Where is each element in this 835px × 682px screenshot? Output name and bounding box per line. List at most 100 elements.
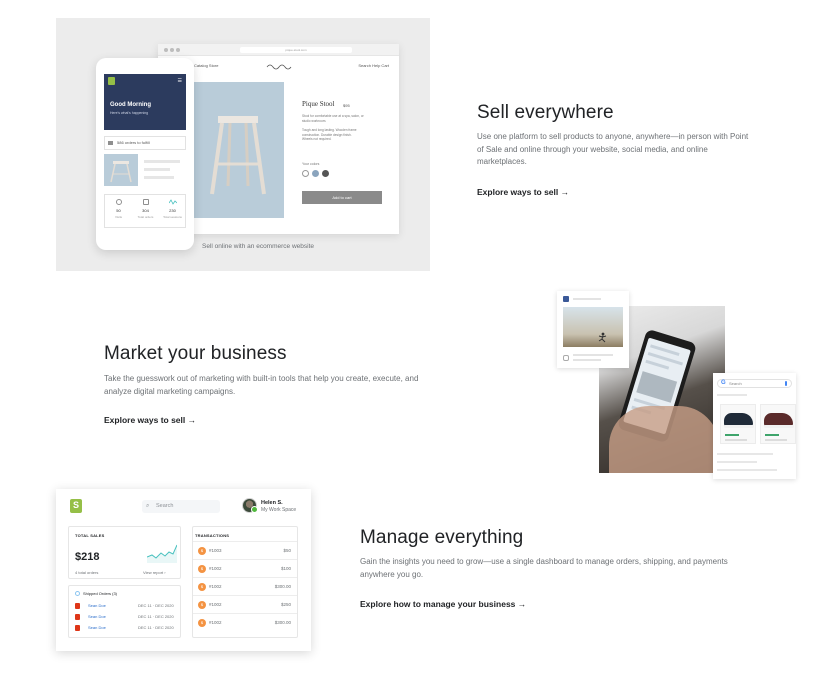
transaction-amount: $250: [280, 602, 291, 607]
add-to-cart-button[interactable]: Add to cart: [302, 191, 382, 204]
transaction-id: #1003: [209, 548, 222, 553]
mobile-stats: 50 Visits 304 Total orders 230 Total ses…: [104, 194, 186, 228]
customer-name: Sean Doe: [88, 625, 106, 630]
currency-icon: $: [198, 583, 206, 591]
stat-label: Total orders: [137, 215, 154, 219]
transaction-row[interactable]: $ #1002 $100: [193, 559, 297, 577]
transaction-amount: $50: [283, 548, 291, 553]
orders-label: 586 orders to fulfill: [117, 140, 150, 145]
dashboard-search[interactable]: ⌕ Search: [142, 500, 220, 513]
stool-icon: [110, 161, 132, 183]
customer-name: Sean Doe: [88, 614, 106, 619]
greeting-sub: Here's what's happening: [110, 111, 149, 115]
placeholder-line: [573, 354, 613, 356]
visits-icon: [115, 199, 122, 205]
shopify-logo-icon: [108, 77, 115, 85]
placeholder-line: [645, 359, 670, 370]
color-label: Your colors: [302, 162, 320, 166]
truck-icon: [75, 591, 80, 596]
swatch-dark[interactable]: [322, 170, 329, 177]
placeholder-line: [144, 176, 174, 179]
placeholder-line: [717, 394, 747, 396]
search-placeholder: Search: [156, 503, 174, 509]
screen-photo: [636, 371, 678, 403]
window-dot-icon: [170, 48, 174, 52]
shoe-product-card: [760, 404, 796, 444]
stat-value: 230: [169, 208, 176, 213]
arrow-right-icon: →: [517, 599, 527, 609]
browser-toolbar: pique-stool.com: [158, 44, 399, 56]
link-label: Explore how to manage your business: [360, 599, 516, 609]
transactions-card: TRANSACTIONS $ #1003 $50 $ #1002 $100 $ …: [192, 526, 298, 638]
shopify-logo-icon: [70, 499, 82, 513]
window-dot-icon: [164, 48, 168, 52]
total-sales-value: $218: [75, 551, 100, 563]
arrow-right-icon: →: [187, 415, 197, 425]
order-row[interactable]: Sean Doe DEC 11 · DEC 2020: [75, 624, 179, 632]
total-orders-count: 4 total orders: [75, 570, 99, 575]
search-icon: ⌕: [146, 503, 150, 509]
stat-label: Visits: [114, 215, 123, 219]
manage-explore-link[interactable]: Explore how to manage your business →: [360, 599, 526, 609]
view-report-link[interactable]: View report ›: [143, 570, 166, 575]
currency-icon: $: [198, 601, 206, 609]
transaction-row[interactable]: $ #1002 $250: [193, 595, 297, 613]
user-name: Helen S.: [261, 500, 283, 506]
order-row[interactable]: Sean Doe DEC 11 · DEC 2020: [75, 613, 179, 621]
mobile-app-header: ☰ Good Morning Here's what's happening: [104, 74, 186, 130]
product-price: $95: [343, 103, 350, 108]
order-row[interactable]: Sean Doe DEC 11 · DEC 2020: [75, 602, 179, 610]
admin-dashboard-mockup: ⌕ Search Helen S. My Work Space TOTAL SA…: [56, 489, 311, 651]
market-explore-link[interactable]: Explore ways to sell →: [104, 415, 196, 425]
order-flag-icon: [75, 625, 80, 631]
order-date: DEC 11 · DEC 2020: [138, 603, 174, 608]
link-label: Explore ways to sell: [104, 415, 186, 425]
placeholder-line: [765, 439, 787, 441]
order-date: DEC 11 · DEC 2020: [138, 614, 174, 619]
transaction-row[interactable]: $ #1003 $50: [193, 541, 297, 559]
placeholder-line: [717, 461, 757, 463]
transaction-row[interactable]: $ #1002 $300.00: [193, 613, 297, 631]
google-search-bar: G Search: [717, 379, 792, 388]
orders-to-fulfill[interactable]: 586 orders to fulfill: [104, 136, 186, 150]
placeholder-line: [725, 439, 747, 441]
transaction-id: #1002: [209, 602, 222, 607]
transaction-row[interactable]: $ #1002 $300.00: [193, 577, 297, 595]
product-description: Stool for comfortable use at a spa, salo…: [302, 114, 364, 123]
order-flag-icon: [75, 603, 80, 609]
transaction-id: #1002: [209, 584, 222, 589]
stat-orders: 304 Total orders: [132, 199, 159, 219]
market-description: Take the guesswork out of marketing with…: [104, 374, 419, 396]
workspace-name: My Work Space: [261, 507, 297, 513]
user-avatar[interactable]: [242, 498, 258, 513]
sessions-chart-icon: [168, 199, 177, 205]
placeholder-line: [717, 453, 773, 455]
link-label: Explore ways to sell: [477, 187, 559, 197]
microphone-icon: [785, 381, 787, 386]
placeholder-line: [144, 160, 180, 163]
sell-explore-link[interactable]: Explore ways to sell →: [477, 187, 569, 197]
stat-value: 304: [142, 208, 149, 213]
swatch-white[interactable]: [302, 170, 309, 177]
orders-icon: [142, 199, 149, 205]
stat-sessions: 230 Total sessions: [159, 199, 186, 219]
manage-description: Gain the insights you need to grow—use a…: [360, 557, 728, 579]
facebook-ad-card: [557, 291, 629, 368]
sneaker-sole: [764, 425, 794, 428]
product-title: Pique Stool: [302, 100, 335, 108]
menu-icon[interactable]: ☰: [178, 78, 182, 84]
transaction-id: #1002: [209, 566, 222, 571]
placeholder-line: [144, 168, 170, 171]
swatch-blue[interactable]: [312, 170, 319, 177]
runner-icon: [598, 332, 607, 343]
market-title: Market your business: [104, 343, 287, 364]
stat-value: 50: [116, 208, 121, 213]
storefront-caption: Sell online with an ecommerce website: [202, 243, 314, 250]
google-logo-icon: G: [721, 380, 726, 386]
store-logo-icon: [266, 64, 292, 70]
price-bar: [725, 434, 739, 436]
stat-label: Total sessions: [163, 215, 182, 219]
hand: [609, 406, 719, 473]
box-icon: [108, 141, 113, 145]
sell-description: Use one platform to sell products to any…: [477, 132, 749, 166]
